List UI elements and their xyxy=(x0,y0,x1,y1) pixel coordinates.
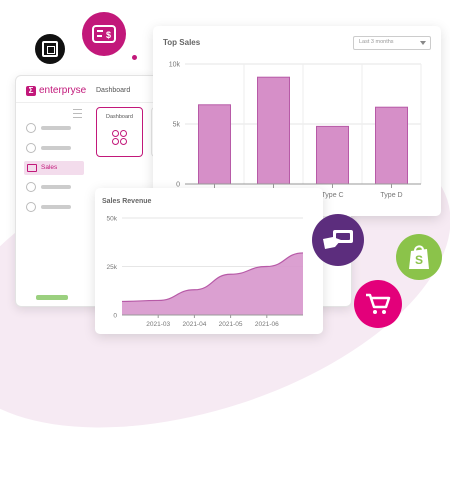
decor-dot xyxy=(132,55,137,60)
x-tick-label: 2021-03 xyxy=(146,321,170,328)
dashboard-card[interactable]: Dashboard xyxy=(96,107,143,157)
brand-mark-icon: Σ xyxy=(26,85,36,96)
x-tick-label: Type D xyxy=(380,192,402,199)
nav-circle-icon xyxy=(26,123,36,133)
nav-placeholder xyxy=(41,205,71,209)
y-tick-label: 50k xyxy=(107,216,118,223)
sales-revenue-chart: 0 25k 50k 2021-03 2021-04 2021-05 2021-06 xyxy=(107,216,304,328)
brand-name: enterpryse xyxy=(39,85,87,96)
wallet-icon xyxy=(27,164,37,172)
x-tick-label: Type C xyxy=(321,192,343,199)
bar xyxy=(198,104,231,185)
breadcrumb: Dashboard xyxy=(96,87,131,94)
bar xyxy=(375,106,408,185)
x-tick-label: 2021-05 xyxy=(219,321,243,328)
hamburger-menu-icon[interactable] xyxy=(73,109,82,118)
sidebar-button[interactable] xyxy=(36,295,68,300)
card-in-hand-icon[interactable] xyxy=(312,214,364,266)
sidebar-item[interactable] xyxy=(26,141,81,155)
sidebar-item[interactable] xyxy=(26,200,81,214)
svg-text:S: S xyxy=(415,253,423,267)
nav-placeholder xyxy=(41,126,71,130)
area-fill xyxy=(122,252,303,315)
dashboard-card-label: Dashboard xyxy=(106,114,133,120)
x-tick-label: 2021-04 xyxy=(182,321,206,328)
bar xyxy=(257,76,290,185)
y-tick-label: 10k xyxy=(169,62,181,69)
x-tick-label: 2021-06 xyxy=(255,321,279,328)
y-tick-label: 0 xyxy=(113,313,117,320)
bar xyxy=(316,125,349,185)
sidebar-item[interactable] xyxy=(26,121,81,135)
sidebar-item-label: Sales xyxy=(41,164,58,171)
shopping-cart-icon[interactable] xyxy=(354,280,402,328)
nav-circle-icon xyxy=(26,143,36,153)
nav-circle-icon xyxy=(26,182,36,192)
cash-payment-icon[interactable]: $ xyxy=(82,12,126,56)
nav-circle-icon xyxy=(26,202,36,212)
brand-logo[interactable]: Σ enterpryse xyxy=(26,85,86,96)
sales-revenue-card: Sales Revenue 0 25k 50k 2021-03 2021-04 2021-… xyxy=(95,188,323,334)
apps-grid-icon xyxy=(112,130,128,146)
sidebar-item-sales[interactable]: Sales xyxy=(24,161,84,175)
svg-text:$: $ xyxy=(106,30,111,40)
nav-placeholder xyxy=(41,146,71,150)
y-tick-label: 25k xyxy=(107,264,118,271)
nav-placeholder xyxy=(41,185,71,189)
square-logo-icon[interactable] xyxy=(35,34,65,64)
y-tick-label: 5k xyxy=(173,122,181,129)
shopify-bag-icon[interactable]: S xyxy=(396,234,442,280)
sidebar-item[interactable] xyxy=(26,180,81,194)
